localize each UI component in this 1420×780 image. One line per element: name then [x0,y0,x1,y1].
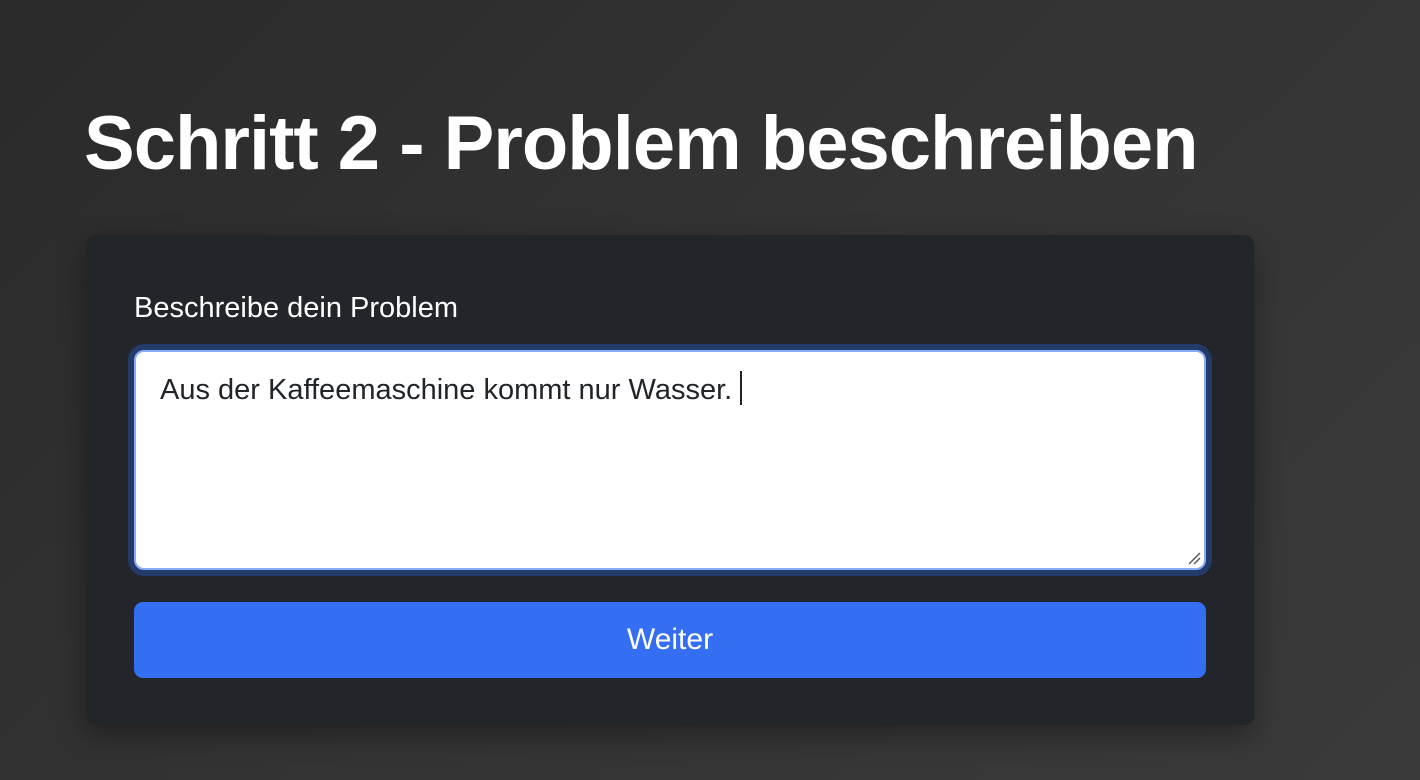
problem-textarea-value: Aus der Kaffeemaschine kommt nur Wasser. [160,374,733,406]
weiter-button[interactable]: Weiter [134,602,1206,678]
resize-grip-icon[interactable] [1187,551,1201,565]
text-caret [740,371,743,405]
problem-textarea-wrapper[interactable]: Aus der Kaffeemaschine kommt nur Wasser. [134,350,1206,570]
page-title: Schritt 2 - Problem beschreiben [84,101,1199,186]
problem-field-label: Beschreibe dein Problem [134,292,459,324]
problem-form-card: Beschreibe dein Problem Aus der Kaffeema… [86,235,1254,725]
problem-textarea[interactable]: Aus der Kaffeemaschine kommt nur Wasser. [136,352,1204,568]
